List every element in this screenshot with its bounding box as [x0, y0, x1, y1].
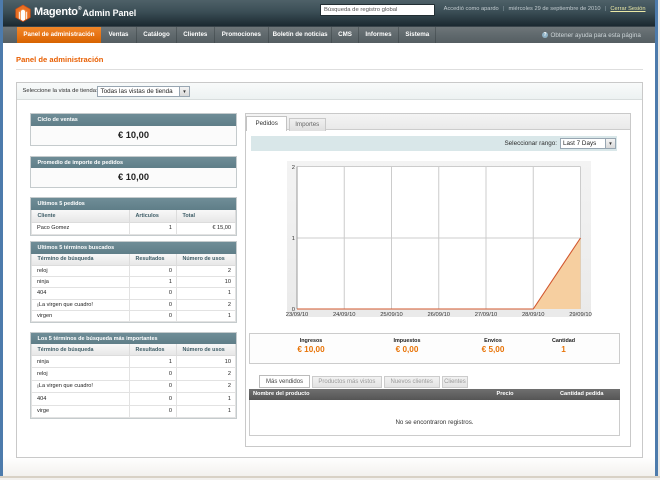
- svg-text:28/09/10: 28/09/10: [521, 312, 544, 318]
- svg-text:27/09/10: 27/09/10: [474, 312, 497, 318]
- svg-text:23/09/10: 23/09/10: [285, 312, 308, 318]
- svg-text:29/09/10: 29/09/10: [569, 312, 592, 318]
- svg-text:1: 1: [291, 236, 294, 242]
- svg-text:24/09/10: 24/09/10: [332, 312, 355, 318]
- svg-text:25/09/10: 25/09/10: [380, 312, 403, 318]
- svg-text:2: 2: [291, 164, 294, 170]
- svg-text:26/09/10: 26/09/10: [427, 312, 450, 318]
